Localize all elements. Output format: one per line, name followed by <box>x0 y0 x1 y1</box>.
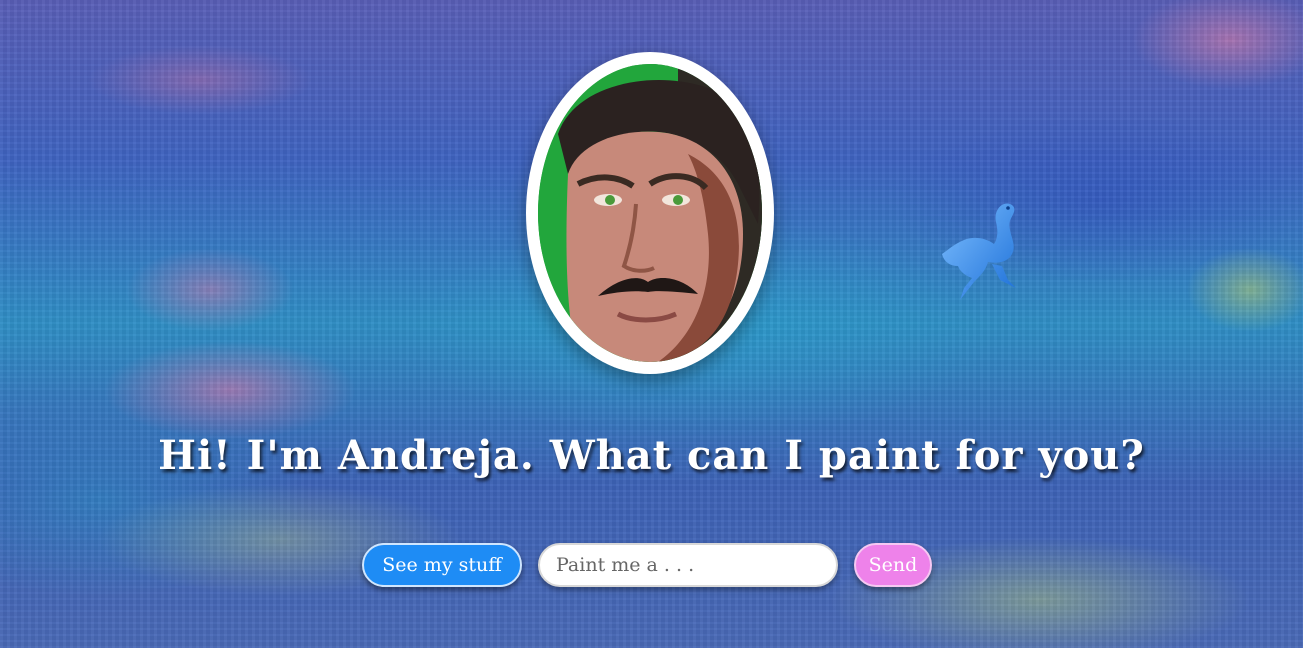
portrait-frame <box>526 52 774 374</box>
painted-portrait <box>538 64 762 362</box>
paint-request-input[interactable] <box>538 543 838 587</box>
send-button[interactable]: Send <box>854 543 932 587</box>
page-headline: Hi! I'm Andreja. What can I paint for yo… <box>158 432 1145 479</box>
action-bar: See my stuff Send <box>362 542 932 588</box>
ostrich-icon <box>938 200 1028 304</box>
see-my-stuff-button[interactable]: See my stuff <box>362 543 522 587</box>
